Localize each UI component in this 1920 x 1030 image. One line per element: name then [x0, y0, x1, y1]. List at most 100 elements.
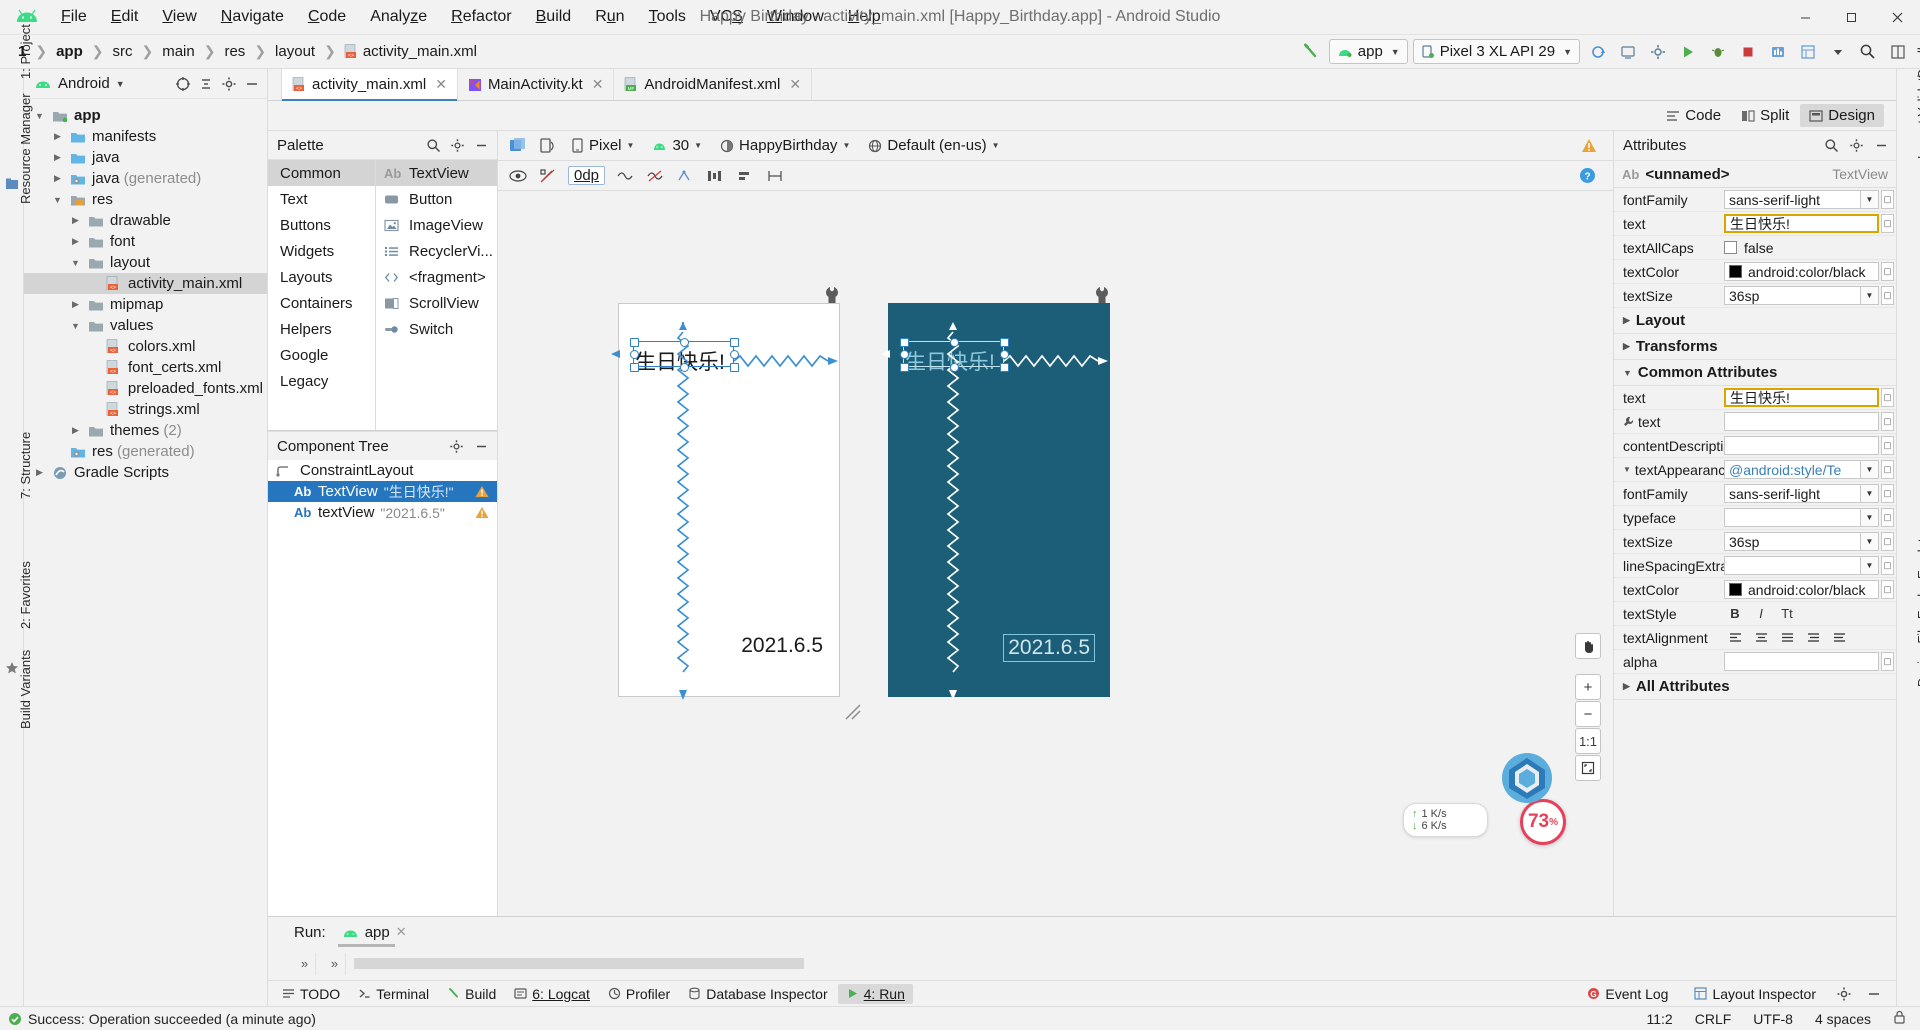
- attribute-input[interactable]: android:color/black: [1724, 580, 1879, 599]
- close-icon[interactable]: ✕: [435, 76, 447, 93]
- attribute-input[interactable]: sans-serif-light: [1724, 484, 1861, 503]
- sync-gradle-icon[interactable]: [1585, 39, 1610, 64]
- resize-handle[interactable]: [999, 362, 1009, 372]
- component-tree-row[interactable]: Ab textView "2021.6.5": [268, 502, 497, 523]
- project-tree-row[interactable]: ▼ layout: [24, 252, 267, 273]
- text-align-button-2[interactable]: [1776, 628, 1798, 647]
- text-style-button-2[interactable]: Tt: [1776, 604, 1798, 623]
- file-encoding[interactable]: UTF-8: [1753, 1011, 1793, 1027]
- palette-search-icon[interactable]: [423, 135, 443, 155]
- menu-file[interactable]: File: [50, 5, 98, 29]
- warning-icon[interactable]: [1579, 136, 1599, 156]
- menu-refactor[interactable]: Refactor: [440, 5, 522, 29]
- text-style-button-0[interactable]: B: [1724, 604, 1746, 623]
- close-icon[interactable]: ✕: [396, 924, 407, 940]
- project-tree-row[interactable]: ▶ mipmap: [24, 294, 267, 315]
- expand-arrow-icon[interactable]: ▶: [68, 236, 83, 247]
- scrollbar-thumb[interactable]: [354, 958, 804, 969]
- palette-item-textview[interactable]: Ab TextView: [376, 160, 497, 186]
- autoconnect-icon[interactable]: [615, 166, 635, 186]
- view-mode-code[interactable]: Code: [1657, 104, 1730, 127]
- tool-window-profiler[interactable]: Profiler: [600, 984, 678, 1004]
- hide-tool-windows-icon[interactable]: [1864, 984, 1884, 1004]
- debug-button[interactable]: [1705, 39, 1730, 64]
- chevron-down-icon[interactable]: ▼: [1861, 460, 1879, 479]
- tab-activity-main-xml[interactable]: <> activity_main.xml ✕: [282, 69, 458, 101]
- default-margin-value[interactable]: 0dp: [568, 166, 606, 185]
- zoom-in-button[interactable]: +: [1575, 674, 1601, 700]
- build-hammer-icon[interactable]: [1299, 39, 1324, 64]
- chevron-down-icon[interactable]: ▼: [1861, 508, 1879, 527]
- collapse-arrow-icon[interactable]: ▼: [68, 258, 83, 268]
- expand-chevrons-1[interactable]: »: [294, 952, 316, 975]
- project-tree-row[interactable]: <> font_certs.xml: [24, 357, 267, 378]
- canvas-resize-corner[interactable]: [844, 703, 862, 721]
- expand-arrow-icon[interactable]: ▶: [32, 467, 47, 478]
- resize-handle[interactable]: [629, 337, 639, 347]
- project-tree-row[interactable]: ▼ app: [24, 105, 267, 126]
- attribute-input[interactable]: sans-serif-light: [1724, 190, 1861, 209]
- expand-arrow-icon[interactable]: ▼: [1623, 465, 1631, 474]
- resource-picker-button[interactable]: ▢: [1881, 580, 1894, 599]
- palette-item-imageview[interactable]: ImageView: [376, 212, 497, 238]
- resize-handle[interactable]: [729, 337, 739, 347]
- attribute-input[interactable]: 生日快乐!: [1724, 214, 1879, 233]
- resource-picker-button[interactable]: ▢: [1881, 484, 1894, 503]
- resize-handle[interactable]: [899, 337, 909, 347]
- resource-picker-button[interactable]: ▢: [1881, 412, 1894, 431]
- clear-constraints-icon[interactable]: [538, 166, 558, 186]
- project-tree-row[interactable]: ▶ java: [24, 147, 267, 168]
- palette-category-widgets[interactable]: Widgets: [268, 238, 375, 264]
- orientation-icon[interactable]: [536, 135, 558, 157]
- component-tree-row[interactable]: ConstraintLayout: [268, 460, 497, 481]
- theme-dropdown[interactable]: HappyBirthday ▼: [715, 135, 855, 156]
- design-mode-icon[interactable]: [506, 135, 528, 157]
- breadcrumb-src[interactable]: src: [105, 41, 139, 62]
- resource-picker-button[interactable]: ▢: [1881, 508, 1894, 527]
- attributes-hide-icon[interactable]: [1871, 136, 1891, 156]
- menu-edit[interactable]: Edit: [100, 5, 150, 29]
- palette-categories[interactable]: Common Text Buttons Widgets Layouts Container…: [268, 160, 376, 430]
- rail-item-device-file-explorer[interactable]: Device File Explorer: [1915, 571, 1920, 687]
- constraint-handle-top[interactable]: [679, 337, 689, 347]
- help-icon[interactable]: ?: [1577, 166, 1597, 186]
- project-tree-row[interactable]: ▼ values: [24, 315, 267, 336]
- chevron-down-icon[interactable]: ▼: [1861, 484, 1879, 503]
- palette-item-recyclervi[interactable]: RecyclerVi...: [376, 238, 497, 264]
- search-icon[interactable]: [1855, 39, 1880, 64]
- maximize-button[interactable]: [1828, 0, 1874, 35]
- resource-picker-button[interactable]: ▢: [1881, 556, 1894, 575]
- locale-dropdown[interactable]: Default (en-us) ▼: [863, 135, 1004, 156]
- rail-item-project[interactable]: 1: Project: [18, 24, 33, 79]
- project-tree-row[interactable]: ▶ themes (2): [24, 420, 267, 441]
- attribute-input[interactable]: 生日快乐!: [1724, 388, 1879, 407]
- color-swatch[interactable]: [1729, 265, 1742, 278]
- palette-category-layouts[interactable]: Layouts: [268, 264, 375, 290]
- color-swatch[interactable]: [1729, 583, 1742, 596]
- constraint-handle-right[interactable]: [729, 349, 739, 359]
- device-dropdown[interactable]: Pixel ▼: [566, 135, 639, 156]
- constraint-handle-left[interactable]: [629, 349, 639, 359]
- palette-category-google[interactable]: Google: [268, 342, 375, 368]
- menu-vcs[interactable]: VCS: [699, 5, 754, 29]
- component-tree-settings-icon[interactable]: [446, 436, 466, 456]
- menu-navigate[interactable]: Navigate: [210, 5, 295, 29]
- guidelines-icon[interactable]: [765, 166, 785, 186]
- text-align-button-1[interactable]: [1750, 628, 1772, 647]
- sdk-manager-icon[interactable]: [1645, 39, 1670, 64]
- tool-window-database-inspector[interactable]: Database Inspector: [680, 984, 835, 1004]
- collapse-arrow-icon[interactable]: ▼: [32, 111, 47, 121]
- run-output-scrollbar[interactable]: [354, 958, 804, 969]
- resource-picker-button[interactable]: ▢: [1881, 652, 1894, 671]
- chevron-down-icon[interactable]: ▼: [116, 79, 125, 89]
- rail-item-build-variants[interactable]: Build Variants: [18, 650, 33, 729]
- chevron-down-icon[interactable]: ▼: [1861, 556, 1879, 575]
- tool-window-run[interactable]: 4: Run: [837, 983, 913, 1004]
- run-button[interactable]: [1675, 39, 1700, 64]
- attribute-section-layout[interactable]: ▶ Layout: [1614, 308, 1896, 334]
- collapse-arrow-icon[interactable]: ▼: [50, 195, 65, 205]
- menu-build[interactable]: Build: [525, 5, 583, 29]
- project-tree-row[interactable]: <> preloaded_fonts.xml: [24, 378, 267, 399]
- view-mode-split[interactable]: Split: [1732, 104, 1798, 127]
- close-button[interactable]: [1874, 0, 1920, 35]
